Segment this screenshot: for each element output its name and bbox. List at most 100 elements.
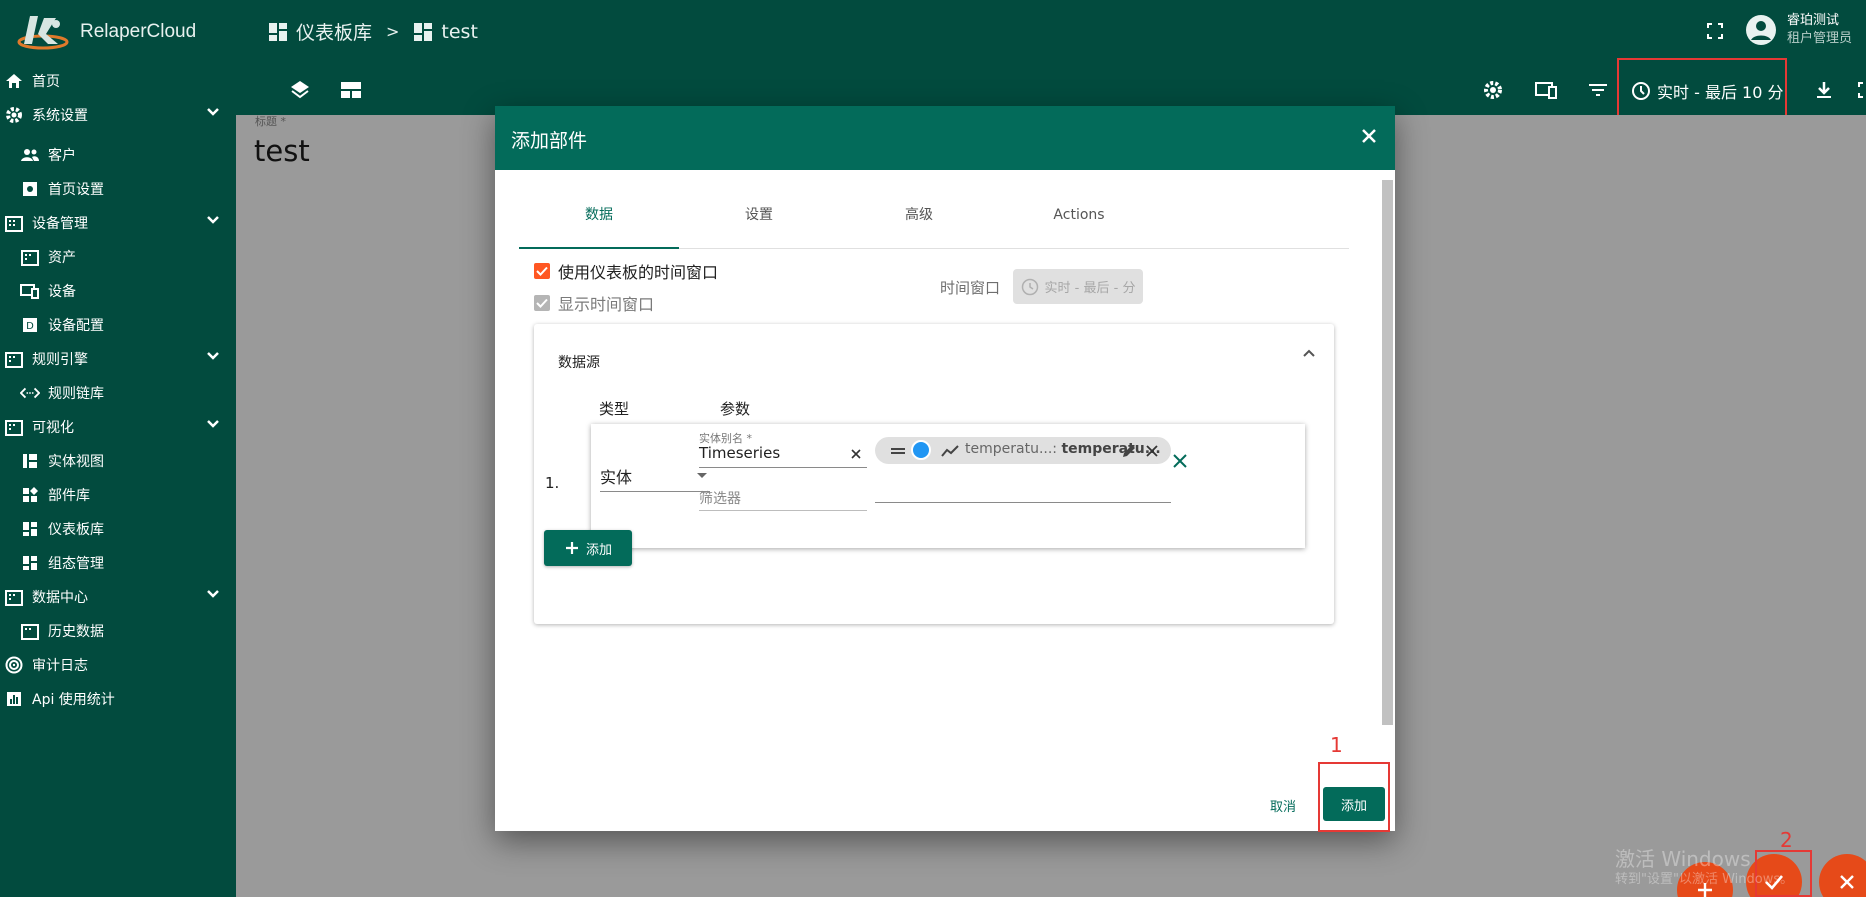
sidebar-item-label: Api 使用统计 [32,692,115,708]
home-icon [4,71,24,91]
sidebar-item-label: 设备管理 [32,216,88,232]
sidebar-item-dashboards[interactable]: 仪表板库 [0,511,236,547]
building-icon [4,213,24,233]
checkbox-label: 显示时间窗口 [558,295,655,314]
view-icon [20,451,40,471]
sidebar-item-assets[interactable]: 资产 [0,239,236,275]
sidebar-item-label: 数据中心 [32,590,88,606]
layout-icon[interactable] [339,78,363,102]
data-keys-field[interactable] [875,502,1171,503]
sidebar-item-label: 系统设置 [32,108,88,124]
code-icon [20,383,40,403]
sidebar-item-home[interactable]: 首页 [0,63,236,99]
scrollbar-thumb[interactable] [1382,180,1393,725]
user-name: 睿珀测试 [1786,13,1839,28]
clear-icon[interactable] [849,447,863,461]
sidebar-item-label: 资产 [48,250,76,266]
sidebar-item-label: 部件库 [48,488,90,504]
chevron-down-icon [207,108,219,116]
clock-icon [1021,278,1038,295]
building-icon [4,587,24,607]
filter-icon[interactable] [1586,78,1610,102]
column-header-type: 类型 [599,400,630,418]
sidebar-item-audit-logs[interactable]: 审计日志 [0,647,236,683]
breadcrumb-current: test [413,21,478,43]
sidebar-item-visualization[interactable]: 可视化 [0,409,236,445]
sidebar-item-devices[interactable]: 设备 [0,273,236,309]
sidebar-item-customers[interactable]: 客户 [0,137,236,173]
app-name: RelaperCloud [80,21,197,42]
add-widget-dialog: 添加部件 数据 设置 高级 Actions 使用仪表板的时间窗口 显示时间窗口 … [495,106,1395,831]
add-datasource-button[interactable]: 添加 [544,530,632,566]
settings-icon[interactable] [1481,78,1505,102]
breadcrumb-dashboards[interactable]: 仪表板库 [268,18,372,45]
chevron-up-icon[interactable] [1302,348,1316,358]
breadcrumb-label: test [441,20,478,43]
data-key-chip[interactable]: temperatu...: temperatu... [875,437,1171,464]
windows-activation-hint: 转到"设置"以激活 Windows。 [1615,872,1794,887]
sidebar-item-label: 客户 [48,148,76,164]
datasources-title: 数据源 [558,355,600,371]
sidebar-item-label: 仪表板库 [48,522,104,538]
dashboard-icon [20,553,40,573]
sidebar-item-label: 首页设置 [48,182,104,198]
sidebar-item-label: 设备 [48,284,76,300]
type-select[interactable]: 实体 [600,464,710,492]
sidebar-item-device-profiles[interactable]: D 设备配置 [0,307,236,343]
building-icon [4,417,24,437]
chevron-down-icon [207,420,219,428]
fullscreen-icon[interactable] [1854,78,1866,102]
checkbox-checked-icon [534,295,550,311]
tab-actions[interactable]: Actions [999,202,1159,249]
dashboard-icon [414,22,433,41]
drag-handle-icon[interactable] [891,446,905,456]
chart-icon [4,689,24,709]
download-icon[interactable] [1812,78,1836,102]
sidebar-item-label: 规则链库 [48,386,104,402]
type-value: 实体 [600,468,633,487]
dashboard-title[interactable]: test [254,134,310,168]
sidebar-item-history-data[interactable]: 历史数据 [0,613,236,649]
dialog-scrollbar[interactable] [1379,170,1395,735]
devices-icon [20,281,40,301]
dropdown-caret-icon [697,473,707,478]
widgets-icon [20,485,40,505]
show-timewindow-checkbox[interactable]: 显示时间窗口 [534,291,654,315]
fullscreen-icon[interactable] [1706,22,1724,40]
filter-input[interactable]: 筛选器 [699,488,867,511]
entity-alias-input[interactable]: Timeseries [699,444,867,468]
cancel-button[interactable]: 取消 [1270,796,1296,815]
sidebar-item-system-settings[interactable]: 系统设置 [0,97,236,133]
devices-icon[interactable] [1534,78,1558,102]
annotation-number: 1 [1330,733,1343,757]
add-datasource-label: 添加 [585,542,612,558]
key-color-dot[interactable] [911,440,931,460]
use-dashboard-timewindow-checkbox[interactable]: 使用仪表板的时间窗口 [534,259,718,283]
layers-icon[interactable] [288,78,312,102]
sidebar-item-api-usage[interactable]: Api 使用统计 [0,681,236,717]
sidebar-item-scada[interactable]: 组态管理 [0,545,236,581]
remove-chip-icon[interactable] [1145,444,1159,458]
sidebar-item-home-settings[interactable]: 首页设置 [0,171,236,207]
svg-text:D: D [26,321,34,332]
building-icon [20,247,40,267]
app-logo[interactable]: RelaperCloud [16,12,196,52]
tab-settings[interactable]: 设置 [679,202,839,249]
edit-icon[interactable] [1121,443,1137,459]
close-icon[interactable] [1357,124,1381,148]
tab-data[interactable]: 数据 [519,202,679,249]
remove-datasource-icon[interactable] [1171,452,1189,470]
user-menu[interactable]: 睿珀测试 租户管理员 [1745,12,1852,48]
user-role: 租户管理员 [1786,31,1852,46]
sidebar-item-rule-engine[interactable]: 规则引擎 [0,341,236,377]
sidebar-item-label: 可视化 [32,420,74,436]
sidebar-item-entity-views[interactable]: 实体视图 [0,443,236,479]
sidebar-item-data-center[interactable]: 数据中心 [0,579,236,615]
timewindow-button[interactable]: 实时 - 最后 - 分 [1013,269,1143,304]
sidebar-item-device-management[interactable]: 设备管理 [0,205,236,241]
timewindow-value: 实时 - 最后 - 分 [1044,281,1136,296]
sidebar-item-rule-chains[interactable]: 规则链库 [0,375,236,411]
sidebar-item-widgets-library[interactable]: 部件库 [0,477,236,513]
tab-advanced[interactable]: 高级 [839,202,999,249]
column-header-params: 参数 [720,400,751,418]
